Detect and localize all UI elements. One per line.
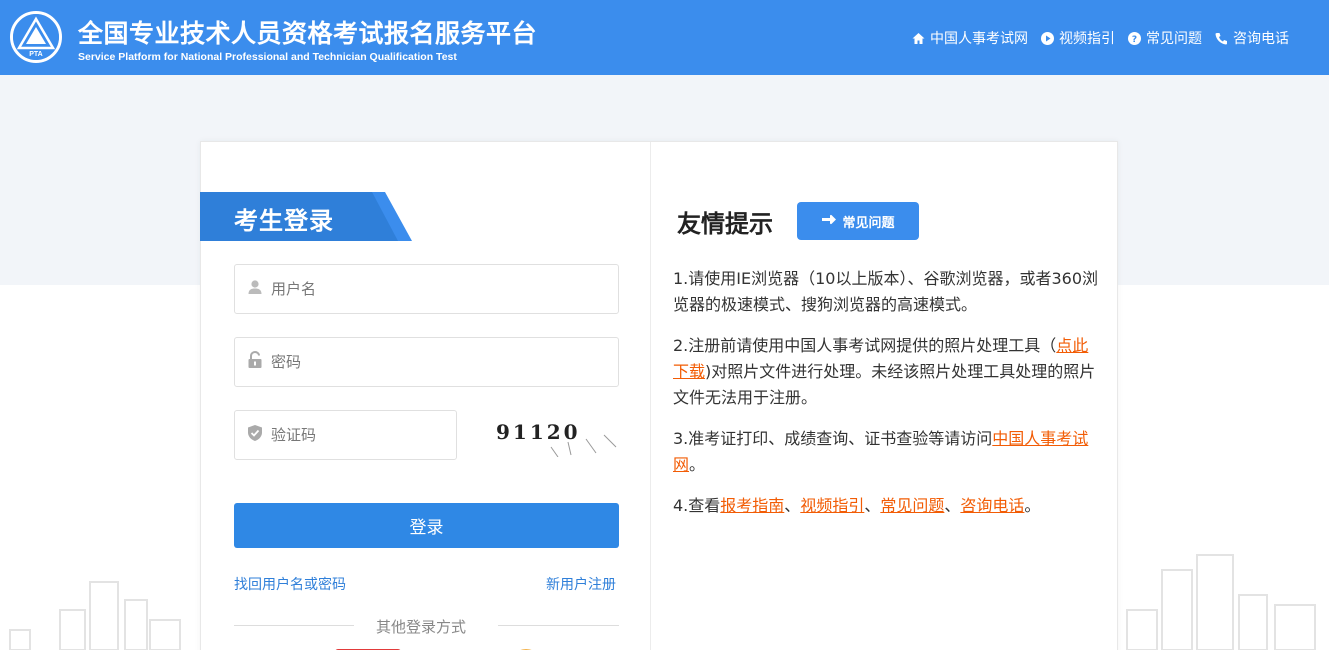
tip-item-3: 3.准考证打印、成绩查询、证书查验等请访问中国人事考试网。 bbox=[673, 429, 1089, 474]
username-input[interactable] bbox=[271, 280, 571, 298]
header-nav: 中国人事考试网 视频指引 ? 常见问题 咨询电话 bbox=[899, 28, 1289, 48]
city-skyline-left bbox=[9, 581, 181, 650]
tips-title: 友情提示 bbox=[677, 210, 773, 238]
card-divider bbox=[650, 142, 651, 650]
nav-cpta-home[interactable]: 中国人事考试网 bbox=[911, 28, 1028, 48]
divider-line bbox=[498, 625, 619, 626]
tip-item-1: 1.请使用IE浏览器（10以上版本）、谷歌浏览器，或者360浏览器的极速模式、搜… bbox=[673, 269, 1098, 314]
captcha-input[interactable] bbox=[271, 426, 431, 444]
register-link[interactable]: 新用户注册 bbox=[546, 574, 616, 594]
faq-link[interactable]: 常见问题 bbox=[880, 496, 944, 515]
faq-badge-label: 常见问题 bbox=[842, 215, 895, 231]
nav-label: 视频指引 bbox=[1059, 31, 1115, 47]
username-field[interactable] bbox=[234, 264, 619, 314]
captcha-field[interactable] bbox=[234, 410, 457, 460]
nav-faq[interactable]: ? 常见问题 bbox=[1127, 28, 1202, 48]
nav-video-guide[interactable]: 视频指引 bbox=[1040, 28, 1115, 48]
svg-text:?: ? bbox=[1131, 35, 1136, 45]
password-field[interactable] bbox=[234, 337, 619, 387]
pointing-hand-icon bbox=[821, 213, 837, 230]
shield-icon bbox=[247, 424, 263, 446]
nav-label: 咨询电话 bbox=[1233, 31, 1289, 47]
play-icon bbox=[1040, 31, 1054, 45]
password-input[interactable] bbox=[271, 353, 571, 371]
nav-label: 常见问题 bbox=[1146, 31, 1202, 47]
login-title-banner: 考生登录 bbox=[200, 192, 412, 241]
video-guide-link[interactable]: 视频指引 bbox=[800, 496, 864, 515]
login-title: 考生登录 bbox=[234, 207, 334, 235]
city-skyline-right bbox=[1126, 554, 1316, 650]
tips-list: 1.请使用IE浏览器（10以上版本）、谷歌浏览器，或者360浏览器的极速模式、搜… bbox=[673, 266, 1098, 534]
top-header: PTA 全国专业技术人员资格考试报名服务平台 Service Platform … bbox=[0, 0, 1329, 75]
captcha-image[interactable]: 91120 bbox=[496, 417, 618, 457]
platform-title: 全国专业技术人员资格考试报名服务平台 bbox=[78, 19, 538, 48]
platform-subtitle: Service Platform for National Profession… bbox=[78, 51, 457, 63]
exam-guide-link[interactable]: 报考指南 bbox=[720, 496, 784, 515]
forgot-credentials-link[interactable]: 找回用户名或密码 bbox=[234, 574, 346, 594]
hotline-link[interactable]: 咨询电话 bbox=[960, 496, 1024, 515]
captcha-text: 91120 bbox=[496, 420, 581, 444]
divider-line bbox=[234, 625, 354, 626]
tip-item-2: 2.注册前请使用中国人事考试网提供的照片处理工具（点此下载)对照片文件进行处理。… bbox=[673, 336, 1096, 407]
nav-hotline[interactable]: 咨询电话 bbox=[1214, 28, 1289, 48]
other-login-methods-label: 其他登录方式 bbox=[376, 618, 467, 636]
home-icon bbox=[911, 31, 925, 45]
login-button[interactable]: 登录 bbox=[234, 503, 619, 548]
lock-icon bbox=[247, 350, 263, 373]
user-icon bbox=[247, 279, 263, 299]
question-icon: ? bbox=[1127, 31, 1141, 45]
pta-logo[interactable]: PTA bbox=[10, 11, 62, 63]
faq-badge-button[interactable]: 常见问题 bbox=[797, 202, 919, 240]
login-card: 考生登录 91120 登录 找回用户名或密码 新用户注册 bbox=[200, 141, 1118, 650]
phone-icon bbox=[1214, 31, 1228, 45]
logo-text: PTA bbox=[29, 51, 42, 58]
tip-item-4: 4.查看报考指南、视频指引、常见问题、咨询电话。 bbox=[673, 496, 1041, 515]
nav-label: 中国人事考试网 bbox=[930, 31, 1028, 47]
